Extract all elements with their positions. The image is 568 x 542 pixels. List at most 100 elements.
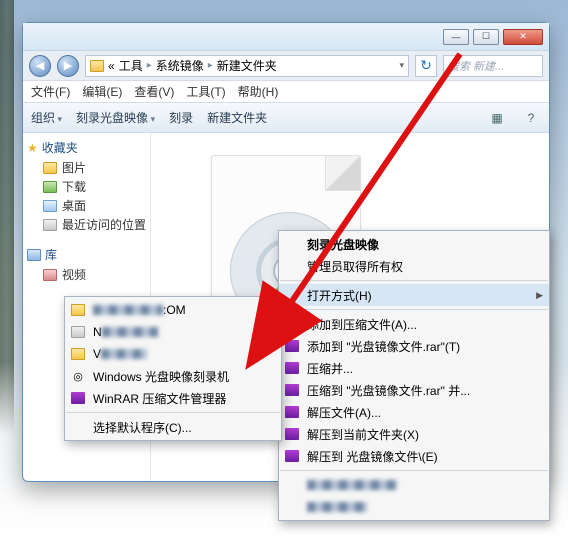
app-icon: [71, 348, 85, 360]
ctx-admin-own[interactable]: 管理员取得所有权: [279, 255, 549, 277]
sidebar-item-label: 下载: [62, 178, 86, 195]
submenu-item[interactable]: :OM: [65, 299, 281, 321]
winrar-icon: [285, 362, 299, 374]
close-button[interactable]: ✕: [503, 29, 543, 45]
obscured-item: [307, 502, 367, 512]
winrar-icon: [285, 384, 299, 396]
view-mode-icon[interactable]: ▦: [487, 108, 507, 128]
menu-label: 解压文件(A)...: [307, 404, 381, 421]
menu-label: 选择默认程序(C)...: [93, 419, 192, 436]
winrar-icon: [285, 340, 299, 352]
submenu-arrow-icon: ▶: [536, 290, 543, 301]
menu-label: 解压到当前文件夹(X): [307, 426, 419, 443]
sidebar-item-pictures[interactable]: 图片: [27, 158, 146, 177]
chevron-right-icon: ▸: [208, 60, 213, 71]
search-input[interactable]: 搜索 新建...: [443, 55, 543, 77]
menu-label: Windows 光盘映像刻录机: [93, 368, 229, 385]
forward-button[interactable]: ▶: [57, 55, 79, 77]
sidebar-item-desktop[interactable]: 桌面: [27, 196, 146, 215]
burn-button[interactable]: 刻录: [169, 109, 193, 126]
submenu-item-choose-default[interactable]: 选择默认程序(C)...: [65, 416, 281, 438]
sidebar-group-libraries[interactable]: 库: [27, 246, 146, 263]
menu-file[interactable]: 文件(F): [31, 83, 70, 100]
recent-icon: [43, 219, 57, 231]
menu-label: 管理员取得所有权: [307, 258, 403, 275]
submenu-item[interactable]: N: [65, 321, 281, 343]
crumb-prefix: «: [108, 59, 115, 73]
toolbar: 组织 刻录光盘映像 刻录 新建文件夹 ▦ ?: [23, 103, 549, 133]
obscured-app-name: [102, 327, 158, 337]
winrar-icon: [285, 428, 299, 440]
star-icon: ★: [27, 141, 38, 155]
titlebar: — ☐ ✕: [23, 23, 549, 51]
help-icon[interactable]: ?: [521, 108, 541, 128]
folder-icon: [43, 162, 57, 174]
winrar-icon: [285, 406, 299, 418]
crumb-system-image[interactable]: 系统镜像: [156, 57, 204, 74]
menu-label: 压缩到 "光盘镜像文件.rar" 并...: [307, 382, 470, 399]
obscured-item: [307, 480, 397, 490]
sidebar-item-downloads[interactable]: 下载: [27, 177, 146, 196]
desktop-icon: [43, 200, 57, 212]
ctx-compress-email[interactable]: 压缩并...: [279, 357, 549, 379]
sidebar-item-recent[interactable]: 最近访问的位置: [27, 215, 146, 234]
winrar-icon: [285, 318, 299, 330]
crumb-dropdown-icon[interactable]: ▾: [399, 60, 404, 71]
download-icon: [43, 181, 57, 193]
library-icon: [27, 249, 41, 261]
menu-label: 压缩并...: [307, 360, 353, 377]
ctx-compress-rar-email[interactable]: 压缩到 "光盘镜像文件.rar" 并...: [279, 379, 549, 401]
sidebar-item-label: 视频: [62, 266, 86, 283]
ctx-more[interactable]: [279, 474, 549, 496]
ctx-add-rar[interactable]: 添加到 "光盘镜像文件.rar"(T): [279, 335, 549, 357]
ctx-more[interactable]: [279, 496, 549, 518]
obscured-app-name: [101, 349, 147, 359]
submenu-item[interactable]: V: [65, 343, 281, 365]
menu-edit[interactable]: 编辑(E): [82, 83, 122, 100]
ctx-add-archive[interactable]: 添加到压缩文件(A)...: [279, 313, 549, 335]
back-button[interactable]: ◀: [29, 55, 51, 77]
minimize-button[interactable]: —: [443, 29, 469, 45]
obscured-app-name: [93, 305, 163, 315]
context-menu: 刻录光盘映像 管理员取得所有权 打开方式(H) ▶ 添加到压缩文件(A)... 添…: [278, 230, 550, 521]
menu-label: 解压到 光盘镜像文件\(E): [307, 448, 438, 465]
crumb-tools[interactable]: 工具: [119, 57, 143, 74]
ctx-extract-to[interactable]: 解压到 光盘镜像文件\(E): [279, 445, 549, 467]
libraries-label: 库: [45, 246, 57, 263]
ctx-extract[interactable]: 解压文件(A)...: [279, 401, 549, 423]
text-suffix: :OM: [163, 303, 186, 317]
winrar-icon: [285, 450, 299, 462]
sidebar-item-label: 图片: [62, 159, 86, 176]
sidebar-item-label: 桌面: [62, 197, 86, 214]
sidebar-group-favorites[interactable]: ★ 收藏夹: [27, 139, 146, 156]
ctx-extract-here[interactable]: 解压到当前文件夹(X): [279, 423, 549, 445]
sidebar-item-label: 最近访问的位置: [62, 216, 146, 233]
app-icon: [71, 326, 85, 338]
menu-label: 添加到压缩文件(A)...: [307, 316, 417, 333]
submenu-item-windows-burner[interactable]: ◎Windows 光盘映像刻录机: [65, 365, 281, 387]
video-icon: [43, 269, 57, 281]
ctx-open-with[interactable]: 打开方式(H) ▶: [279, 284, 549, 306]
address-bar: ◀ ▶ « 工具 ▸ 系统镜像 ▸ 新建文件夹 ▾ ↻ 搜索 新建...: [23, 51, 549, 81]
submenu-item-winrar[interactable]: WinRAR 压缩文件管理器: [65, 387, 281, 409]
menu-tools[interactable]: 工具(T): [186, 83, 225, 100]
app-icon: [71, 304, 85, 316]
folder-icon: [90, 60, 104, 72]
burn-image-button[interactable]: 刻录光盘映像: [76, 109, 155, 126]
organize-button[interactable]: 组织: [31, 109, 62, 126]
breadcrumb[interactable]: « 工具 ▸ 系统镜像 ▸ 新建文件夹 ▾: [85, 55, 409, 77]
maximize-button[interactable]: ☐: [473, 29, 499, 45]
chevron-right-icon: ▸: [147, 60, 152, 71]
crumb-new-folder[interactable]: 新建文件夹: [217, 57, 277, 74]
refresh-button[interactable]: ↻: [415, 55, 437, 77]
menu-label: 刻录光盘映像: [307, 236, 379, 253]
menu-view[interactable]: 查看(V): [134, 83, 174, 100]
new-folder-button[interactable]: 新建文件夹: [207, 109, 267, 126]
menu-label: 打开方式(H): [307, 287, 372, 304]
winrar-icon: [71, 392, 85, 404]
menu-help[interactable]: 帮助(H): [238, 83, 279, 100]
menu-label: 添加到 "光盘镜像文件.rar"(T): [307, 338, 460, 355]
sidebar-item-videos[interactable]: 视频: [27, 265, 146, 284]
favorites-label: 收藏夹: [42, 139, 78, 156]
ctx-burn-image[interactable]: 刻录光盘映像: [279, 233, 549, 255]
